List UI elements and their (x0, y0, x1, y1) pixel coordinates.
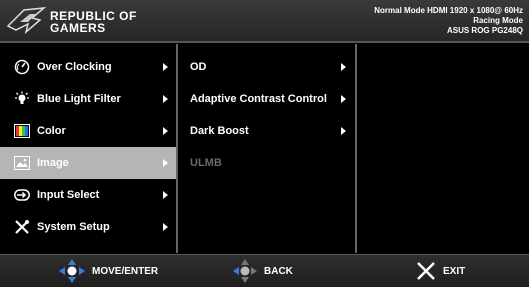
submenu-item-dark-boost[interactable]: Dark Boost (180, 115, 355, 147)
chevron-right-icon (163, 95, 168, 103)
value-panel (359, 44, 529, 253)
chevron-right-icon (341, 63, 346, 71)
footer-bar: MOVE/ENTER BACK EXIT (0, 254, 529, 287)
status-model: ASUS ROG PG248Q (446, 26, 523, 35)
menu-item-label: Blue Light Filter (37, 93, 121, 105)
status-game-mode: Racing Mode (473, 16, 523, 25)
chevron-right-icon (341, 95, 346, 103)
menu-item-label: Color (37, 125, 66, 137)
color-bars-icon (14, 123, 30, 139)
menu-item-color[interactable]: Color (0, 115, 176, 147)
submenu-item-od[interactable]: OD (180, 51, 355, 83)
chevron-right-icon (163, 127, 168, 135)
back-label: BACK (264, 265, 293, 277)
menu-item-blue-light-filter[interactable]: Blue Light Filter (0, 83, 176, 115)
exit-label: EXIT (443, 265, 466, 277)
submenu-item-adaptive-contrast-control[interactable]: Adaptive Contrast Control (180, 83, 355, 115)
speedometer-icon (14, 59, 30, 75)
status-input-mode: Normal Mode HDMI 1920 x 1080@ 60Hz (374, 6, 523, 15)
logo-line2: GAMERS (50, 21, 106, 35)
chevron-right-icon (341, 127, 346, 135)
menu-item-input-select[interactable]: Input Select (0, 179, 176, 211)
image-icon (14, 155, 30, 171)
navigation-joystick-icon (59, 259, 85, 283)
navigation-left-icon (233, 259, 257, 283)
menu-item-label: Over Clocking (37, 61, 112, 73)
sub-menu: OD Adaptive Contrast Control Dark Boost … (180, 44, 357, 253)
exit-button[interactable]: EXIT (415, 255, 465, 287)
menu-item-label: Input Select (37, 189, 100, 201)
submenu-item-label: ULMB (190, 157, 222, 169)
menu-item-label: System Setup (37, 221, 110, 233)
chevron-right-icon (163, 63, 168, 71)
rog-logo: REPUBLIC OF GAMERS (6, 6, 166, 38)
light-bulb-icon (14, 91, 30, 107)
menu-item-image[interactable]: Image (0, 147, 176, 179)
back-button[interactable]: BACK (232, 255, 293, 287)
menu-item-label: Image (37, 157, 69, 169)
main-menu: Over Clocking Blue Light Filter Color Im… (0, 44, 178, 253)
menu-item-over-clocking[interactable]: Over Clocking (0, 51, 176, 83)
chevron-right-icon (163, 223, 168, 231)
status-info: Normal Mode HDMI 1920 x 1080@ 60Hz Racin… (374, 6, 523, 36)
rog-eye-icon (6, 7, 46, 35)
submenu-item-label: OD (190, 61, 207, 73)
submenu-item-label: Adaptive Contrast Control (190, 93, 327, 105)
menu-item-system-setup[interactable]: System Setup (0, 211, 176, 243)
osd-menu: REPUBLIC OF GAMERS Normal Mode HDMI 1920… (0, 0, 529, 287)
move-enter-button[interactable]: MOVE/ENTER (58, 255, 158, 287)
submenu-item-label: Dark Boost (190, 125, 249, 137)
submenu-item-ulmb: ULMB (180, 147, 355, 179)
input-icon (14, 187, 30, 203)
close-icon (417, 262, 435, 280)
header-bar: REPUBLIC OF GAMERS Normal Mode HDMI 1920… (0, 0, 529, 43)
chevron-right-icon (163, 159, 168, 167)
move-enter-label: MOVE/ENTER (92, 265, 159, 277)
tools-icon (14, 219, 30, 235)
chevron-right-icon (163, 191, 168, 199)
